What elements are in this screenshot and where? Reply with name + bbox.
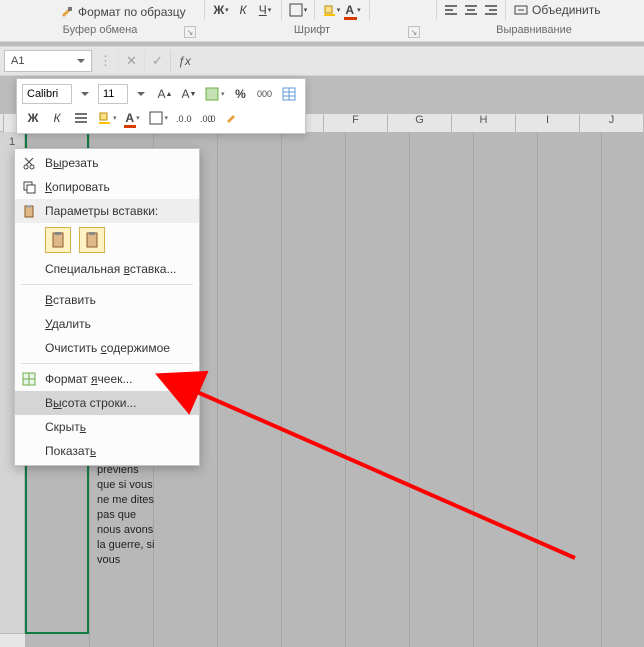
svg-text:.0: .0 xyxy=(208,114,216,124)
menu-show[interactable]: Показать xyxy=(15,439,199,463)
mini-increase-decimal-button[interactable]: .00.0 xyxy=(197,107,219,129)
menu-hide[interactable]: Скрыть xyxy=(15,415,199,439)
paintbrush-icon xyxy=(60,5,74,19)
mini-font-color-button[interactable]: А▾ xyxy=(122,107,144,129)
name-box-value: A1 xyxy=(11,55,24,67)
clipboard-launcher[interactable]: ↘ xyxy=(184,26,196,38)
font-name-input[interactable]: Calibri xyxy=(22,84,72,104)
increase-font-button[interactable]: A▲ xyxy=(154,83,176,105)
name-box[interactable]: A1 xyxy=(4,50,92,72)
format-painter[interactable]: Формат по образцу xyxy=(60,5,186,19)
ribbon: Формат по образцу Ж▾ К Ч▾ ▾ ▾ А▾ xyxy=(0,0,644,42)
percent-format-button[interactable]: % xyxy=(230,83,252,105)
align-left-button[interactable] xyxy=(441,0,461,20)
menu-cut[interactable]: Вырезать xyxy=(15,151,199,175)
fill-color-button[interactable]: ▾ xyxy=(321,0,341,20)
cancel-formula-button[interactable]: ✕ xyxy=(118,50,144,72)
svg-text:.0: .0 xyxy=(176,114,184,124)
menu-delete[interactable]: Удалить xyxy=(15,312,199,336)
format-painter-label: Формат по образцу xyxy=(78,5,186,19)
group-clipboard-label: Буфер обмена xyxy=(63,24,138,36)
mini-toolbar: Calibri 11 A▲ A▼ ▾ % 000 Ж К ▾ А▾ ▾ .0.0… xyxy=(16,78,306,134)
chevron-down-icon xyxy=(77,59,85,63)
fx-button[interactable]: ƒx xyxy=(170,50,198,72)
menu-clear-contents[interactable]: Очистить содержимое xyxy=(15,336,199,360)
align-right-button[interactable] xyxy=(481,0,501,20)
copy-icon xyxy=(21,179,37,195)
format-table-button[interactable] xyxy=(278,83,300,105)
decrease-font-button[interactable]: A▼ xyxy=(178,83,200,105)
menu-paste-special[interactable]: Специальная вставка... xyxy=(15,257,199,281)
italic-button[interactable]: К xyxy=(233,0,253,20)
mini-fill-color-button[interactable]: ▾ xyxy=(94,107,120,129)
menu-copy[interactable]: Копировать xyxy=(15,175,199,199)
border-button[interactable]: ▾ xyxy=(288,0,308,20)
paste-button[interactable] xyxy=(45,227,71,253)
mini-decrease-decimal-button[interactable]: .0.00 xyxy=(173,107,195,129)
group-alignment-label: Выравнивание xyxy=(496,24,572,36)
accounting-format-button[interactable]: ▾ xyxy=(202,83,228,105)
font-size-dropdown[interactable] xyxy=(130,83,152,105)
font-name-dropdown[interactable] xyxy=(74,83,96,105)
mini-format-painter-button[interactable] xyxy=(221,107,243,129)
scissors-icon xyxy=(21,155,37,171)
column-header-I[interactable]: I xyxy=(516,114,580,132)
font-size-input[interactable]: 11 xyxy=(98,84,128,104)
formula-bar-row: A1 ⋮ ✕ ✓ ƒx xyxy=(0,46,644,76)
mini-border-button[interactable]: ▾ xyxy=(146,107,172,129)
paste-values-button[interactable] xyxy=(79,227,105,253)
merge-button[interactable]: Объединить xyxy=(510,0,605,20)
merge-label: Объединить xyxy=(532,3,601,17)
font-launcher[interactable]: ↘ xyxy=(408,26,420,38)
context-menu: Вырезать Копировать Параметры вставки: С… xyxy=(14,148,200,466)
cell-b1-text: je vous préviens que si vous ne me dites… xyxy=(97,448,159,568)
clipboard-icon xyxy=(21,203,37,219)
format-cells-icon xyxy=(21,371,37,387)
comma-format-button[interactable]: 000 xyxy=(254,83,276,105)
menu-paste-options-header: Параметры вставки: xyxy=(15,199,199,223)
svg-text:.00: .00 xyxy=(184,114,192,124)
group-font-label: Шрифт xyxy=(294,24,330,36)
font-color-button[interactable]: А▾ xyxy=(343,0,363,20)
bold-button[interactable]: Ж▾ xyxy=(211,0,231,20)
column-header-H[interactable]: H xyxy=(452,114,516,132)
menu-insert[interactable]: Вставить xyxy=(15,288,199,312)
mini-align-button[interactable] xyxy=(70,107,92,129)
enter-formula-button[interactable]: ✓ xyxy=(144,50,170,72)
menu-paste-option-buttons xyxy=(15,223,199,257)
align-center-button[interactable] xyxy=(461,0,481,20)
namebox-options[interactable]: ⋮ xyxy=(92,50,118,72)
column-header-G[interactable]: G xyxy=(388,114,452,132)
menu-row-height[interactable]: Высота строки... xyxy=(15,391,199,415)
mini-bold-button[interactable]: Ж xyxy=(22,107,44,129)
column-header-F[interactable]: F xyxy=(324,114,388,132)
mini-italic-button[interactable]: К xyxy=(46,107,68,129)
menu-format-cells[interactable]: Формат ячеек... xyxy=(15,367,199,391)
underline-button[interactable]: Ч▾ xyxy=(255,0,275,20)
column-header-J[interactable]: J xyxy=(580,114,644,132)
